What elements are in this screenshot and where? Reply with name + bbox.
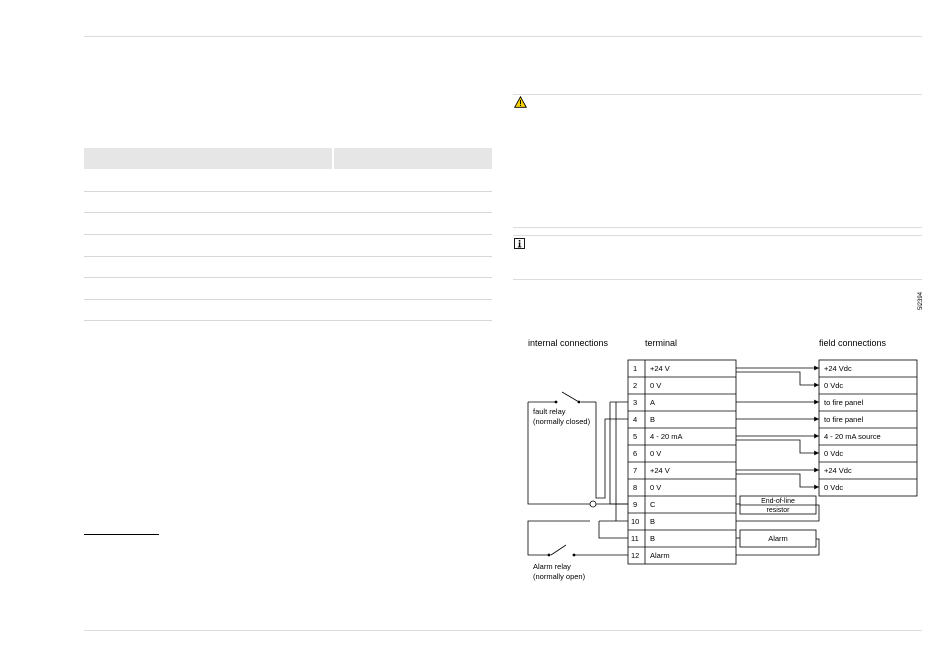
connection-arrows <box>736 365 819 490</box>
fault-relay-contact <box>554 400 558 404</box>
alarm-relay-contact <box>547 553 551 557</box>
terminal-number: 8 <box>633 483 637 492</box>
terminal-number: 9 <box>633 500 637 509</box>
alarm-relay-label: Alarm relay <box>533 562 571 571</box>
end-of-line-label: End-of-line <box>761 498 795 505</box>
wiring-diagram: internal connections terminal field conn… <box>527 338 918 581</box>
terminal-label: C <box>650 500 656 509</box>
heading-terminal: terminal <box>645 338 677 348</box>
field-label: +24 Vdc <box>824 466 852 475</box>
heading-field-connections: field connections <box>819 338 887 348</box>
terminal-label: A <box>650 398 655 407</box>
terminal-number: 10 <box>631 517 639 526</box>
terminal-number: 5 <box>633 432 637 441</box>
terminal-number: 6 <box>633 449 637 458</box>
terminal-label: 0 V <box>650 483 661 492</box>
terminal-label: 4 - 20 mA <box>650 432 683 441</box>
terminal-label: B <box>650 415 655 424</box>
field-label: 0 Vdc <box>824 483 843 492</box>
terminal-number: 11 <box>631 534 639 543</box>
terminal-number: 7 <box>633 466 637 475</box>
heading-internal-connections: internal connections <box>528 338 609 348</box>
end-of-line-label: resistor <box>767 507 791 514</box>
terminal-number: 4 <box>633 415 637 424</box>
alarm-relay-contact <box>572 553 576 557</box>
terminal-number: 12 <box>631 551 639 560</box>
terminal-number: 2 <box>633 381 637 390</box>
fault-relay-contact <box>577 400 581 404</box>
fault-relay-label: fault relay <box>533 407 566 416</box>
terminal-label: Alarm <box>650 551 670 560</box>
terminal-label: +24 V <box>650 466 670 475</box>
terminal-block <box>627 359 737 565</box>
fault-relay-label: (normally closed) <box>533 417 591 426</box>
terminal-label: B <box>650 517 655 526</box>
terminal-number: 3 <box>633 398 637 407</box>
terminal-number: 1 <box>633 364 637 373</box>
alarm-box-label: Alarm <box>768 534 788 543</box>
terminal-label: B <box>650 534 655 543</box>
terminal-label: 0 V <box>650 449 661 458</box>
field-label: 0 Vdc <box>824 449 843 458</box>
field-label: +24 Vdc <box>824 364 852 373</box>
alarm-relay-label: (normally open) <box>533 572 586 581</box>
field-label: to fire panel <box>824 415 864 424</box>
field-label: 4 - 20 mA source <box>824 432 881 441</box>
terminal-label: 0 V <box>650 381 661 390</box>
terminal-label: +24 V <box>650 364 670 373</box>
field-label: to fire panel <box>824 398 864 407</box>
field-label: 0 Vdc <box>824 381 843 390</box>
